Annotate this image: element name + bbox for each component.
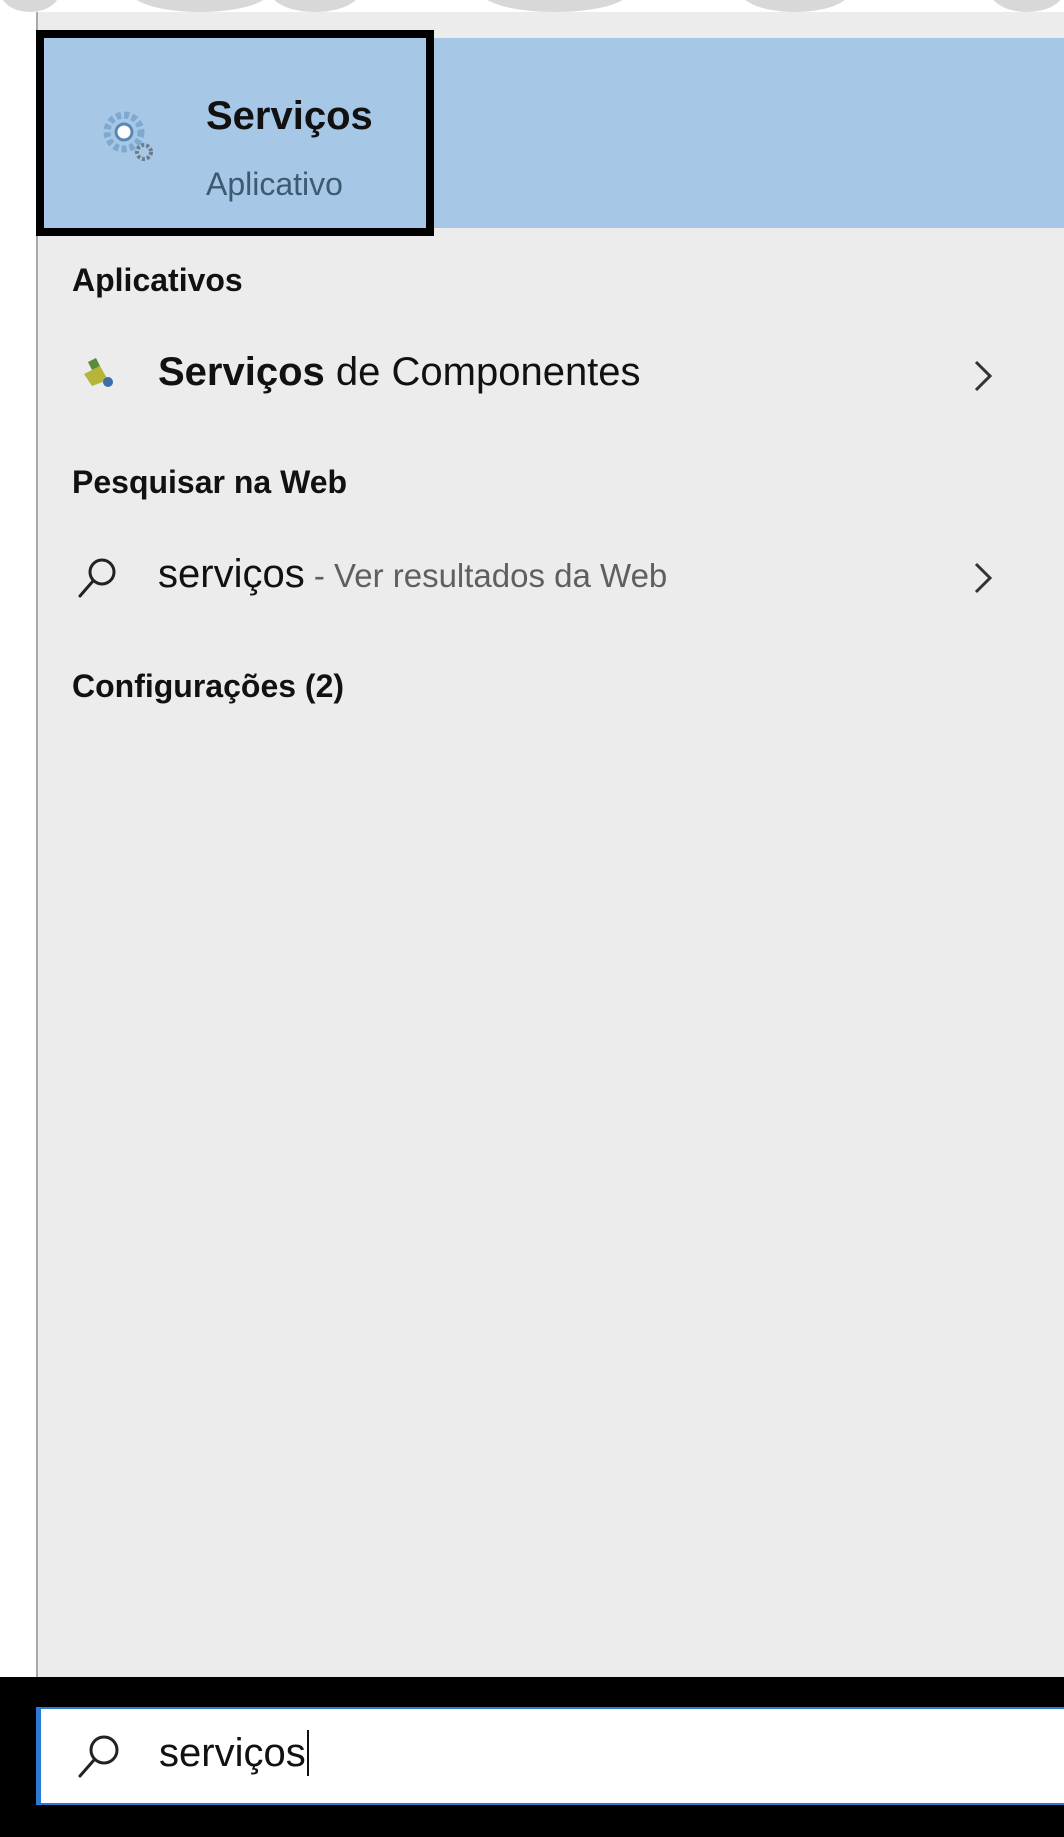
search-icon: [78, 1735, 119, 1778]
search-input[interactable]: serviços: [36, 1707, 1064, 1805]
chevron-right-icon[interactable]: [966, 356, 1000, 396]
result-item-web-search[interactable]: serviços - Ver resultados da Web: [38, 536, 1064, 618]
top-strip: [0, 0, 1064, 12]
section-header-settings[interactable]: Configurações (2): [72, 668, 344, 705]
best-match-title: Serviços: [206, 94, 373, 138]
search-input-text: serviços: [159, 1731, 306, 1775]
best-match-subtitle: Aplicativo: [206, 166, 343, 202]
chevron-right-icon[interactable]: [966, 558, 1000, 598]
result-label-rest: de Componentes: [324, 350, 641, 394]
text-caret: [306, 1730, 309, 1777]
web-result-label: serviços - Ver resultados da Web: [158, 552, 667, 597]
search-input-value[interactable]: serviços: [159, 1730, 309, 1778]
gear-icon: [103, 111, 153, 161]
section-header-web: Pesquisar na Web: [72, 464, 348, 500]
result-label-bold: Serviços: [158, 350, 325, 394]
search-icon: [78, 558, 116, 598]
component-services-icon: [84, 358, 113, 387]
result-label: Serviços de Componentes: [158, 350, 641, 395]
web-query-text: serviços: [158, 552, 305, 596]
search-results-panel: Serviços Aplicativo Aplicativos Serviços…: [36, 12, 1064, 1677]
best-match-result[interactable]: Serviços Aplicativo: [36, 30, 1064, 236]
section-header-apps: Aplicativos: [72, 262, 243, 298]
web-query-suffix: - Ver resultados da Web: [304, 557, 668, 594]
result-item-component-services[interactable]: Serviços de Componentes: [38, 334, 1064, 416]
